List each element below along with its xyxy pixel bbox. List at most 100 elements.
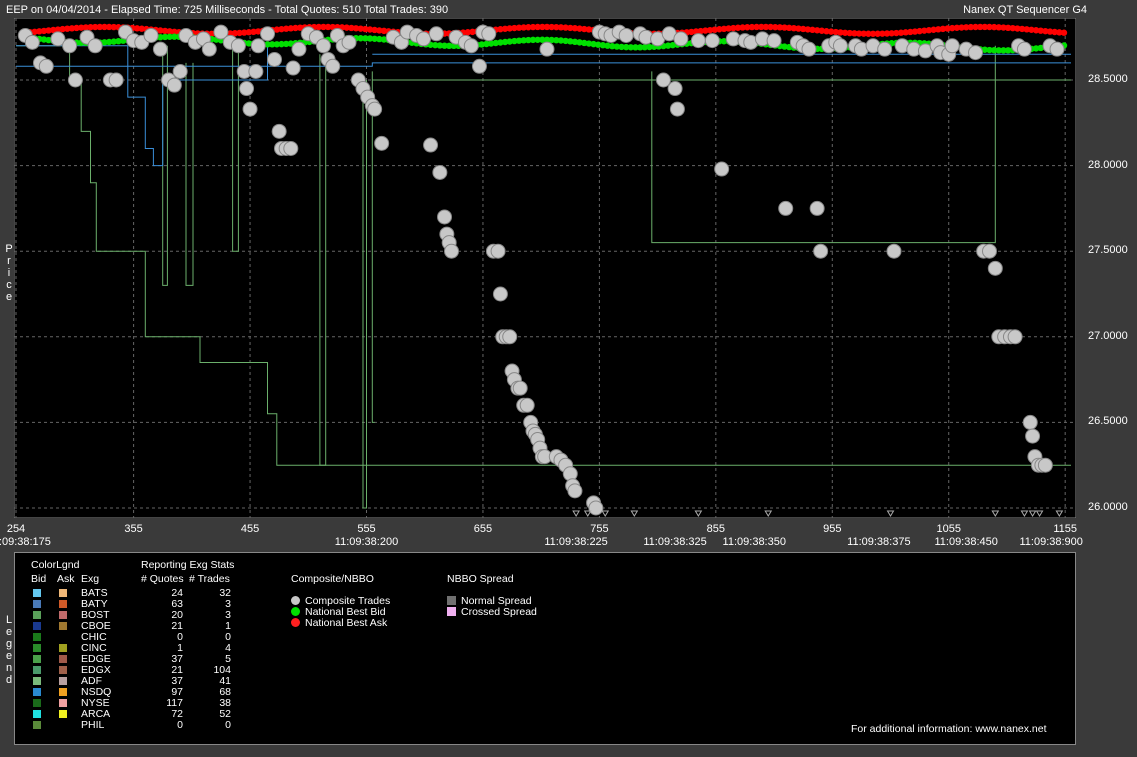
ask-swatch	[59, 710, 67, 718]
trade-point	[1016, 41, 1032, 57]
trade-point	[38, 58, 54, 74]
ask-swatch	[59, 644, 67, 652]
bid-swatch	[33, 710, 41, 718]
bid-swatch	[33, 622, 41, 630]
trade-point	[618, 27, 634, 43]
price-plot	[14, 18, 1076, 518]
legend-vertical-letter: e	[5, 626, 13, 638]
trade-point	[283, 140, 299, 156]
legend-vertical-letter: e	[5, 650, 13, 662]
trade-point	[24, 34, 40, 50]
bid-swatch	[33, 644, 41, 652]
trade-point	[285, 60, 301, 76]
ask-swatch	[59, 655, 67, 663]
x-tick-label: 755	[590, 523, 609, 535]
x-time-label: 11:09:38:350	[722, 536, 786, 548]
legend-reporting-header: Reporting Exg Stats	[141, 559, 235, 571]
trade-point	[172, 63, 188, 79]
legend-spread-header: NBBO Spread	[447, 573, 514, 585]
bid-swatch	[33, 655, 41, 663]
chart-title: EEP on 04/04/2014 - Elapsed Time: 725 Mi…	[6, 4, 449, 16]
trade-point	[704, 33, 720, 49]
trade-point	[242, 101, 258, 117]
bid-swatch	[33, 611, 41, 619]
y-tick-label: 28.0000	[1088, 158, 1128, 171]
spread-swatch	[447, 596, 456, 605]
exchange-trades: 0	[225, 719, 231, 731]
y-axis-label-letter: i	[7, 267, 11, 279]
trade-point	[968, 45, 984, 61]
trade-point	[325, 58, 341, 74]
x-tick-label: 855	[706, 523, 726, 535]
ask-swatch	[59, 611, 67, 619]
x-tick-label: 455	[240, 523, 260, 535]
x-time-label: 11:09:38:450	[934, 536, 998, 548]
trade-point	[1025, 428, 1041, 444]
trade-point	[987, 260, 1003, 276]
legend-bid-header: Bid	[31, 573, 47, 585]
trade-point	[490, 243, 506, 259]
trade-point	[877, 41, 893, 57]
trade-point	[588, 500, 604, 516]
ask-swatch	[59, 677, 67, 685]
trade-point	[1007, 329, 1023, 345]
bid-swatch	[33, 699, 41, 707]
spread-swatch	[447, 607, 456, 616]
trade-point	[1037, 457, 1053, 473]
trade-point	[1049, 41, 1065, 57]
x-tick-label: 655	[473, 523, 493, 535]
trade-point	[539, 41, 555, 57]
trade-point	[416, 31, 432, 47]
x-tick-label: 254	[6, 523, 26, 535]
trade-point	[87, 38, 103, 54]
trade-point	[143, 27, 159, 43]
trade-point	[67, 72, 83, 88]
trade-point	[567, 483, 583, 499]
composite-swatch	[291, 596, 300, 605]
trade-point	[502, 329, 518, 345]
trade-point	[374, 135, 390, 151]
trade-point	[667, 81, 683, 97]
trade-point	[778, 200, 794, 216]
y-tick-label: 26.5000	[1088, 415, 1128, 428]
x-tick-label: 355	[124, 523, 143, 535]
legend-panel: ColorLgnd Bid Ask Exg Reporting Exg Stat…	[14, 552, 1076, 745]
ask-swatch	[59, 688, 67, 696]
y-tick-label: 26.0000	[1088, 501, 1128, 513]
y-tick-label: 27.5000	[1088, 244, 1128, 257]
y-axis-label-letter: c	[6, 279, 12, 291]
y-axis-label-letter: P	[5, 243, 13, 255]
trade-point	[367, 101, 383, 117]
x-tick-label: 1055	[936, 523, 961, 535]
bid-swatch	[33, 633, 41, 641]
legend-ask-header: Ask	[57, 573, 75, 585]
x-tick-label: 555	[357, 523, 376, 535]
legend-quotes-header: # Quotes	[141, 573, 184, 585]
exchange-name: PHIL	[81, 719, 105, 731]
ask-swatch	[59, 622, 67, 630]
trade-point	[315, 38, 331, 54]
trade-point	[291, 41, 307, 57]
y-axis-label-letter: r	[7, 255, 11, 267]
trade-point	[428, 26, 444, 42]
bid-swatch	[33, 600, 41, 608]
trade-point	[809, 200, 825, 216]
trade-point	[463, 38, 479, 54]
y-axis-label-letter: e	[5, 291, 13, 303]
trade-point	[341, 34, 357, 50]
y-tick-label: 27.0000	[1088, 329, 1128, 342]
trade-point	[250, 38, 266, 54]
trade-point	[669, 101, 685, 117]
trade-point	[271, 123, 287, 139]
trade-point	[239, 81, 255, 97]
ask-swatch	[59, 666, 67, 674]
legend-exg-header: Exg	[81, 573, 100, 585]
trade-point	[260, 26, 276, 42]
composite-swatch	[291, 607, 300, 616]
bid-swatch	[33, 666, 41, 674]
bid-swatch	[33, 677, 41, 685]
trade-point	[481, 26, 497, 42]
trade-point	[673, 31, 689, 47]
x-time-label: 11:09:38:375	[847, 536, 911, 548]
trade-point	[152, 41, 168, 57]
